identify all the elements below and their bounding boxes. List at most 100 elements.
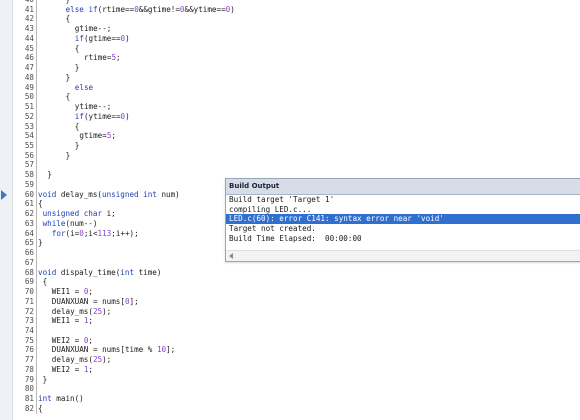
- code-line[interactable]: 44 if(gtime==0): [12, 33, 580, 44]
- horizontal-scrollbar[interactable]: [226, 250, 580, 261]
- code-text[interactable]: delay_ms(25);: [38, 355, 111, 365]
- code-token: );: [102, 306, 112, 316]
- line-number: 57: [24, 160, 34, 170]
- code-line[interactable]: 57: [12, 160, 580, 171]
- line-number: 63: [24, 218, 34, 228]
- code-token: ;: [88, 287, 93, 297]
- code-text[interactable]: for(i=0;i<113;i++);: [38, 229, 139, 239]
- code-line[interactable]: 76 DUANXUAN = nums[time % 10];: [12, 345, 580, 356]
- code-text[interactable]: unsigned char i;: [38, 209, 116, 219]
- code-line[interactable]: 46 rtime=5;: [12, 53, 580, 64]
- code-text[interactable]: {: [38, 277, 48, 287]
- code-line[interactable]: 73 WEI1 = 1;: [12, 316, 580, 326]
- code-line[interactable]: 43 gtime--;: [12, 24, 580, 34]
- code-line[interactable]: 71 DUANXUAN = nums[0];: [12, 296, 580, 307]
- code-text[interactable]: DUANXUAN = nums[time % 10];: [38, 345, 175, 355]
- fold-guide: [36, 199, 37, 210]
- code-line[interactable]: 77 delay_ms(25);: [12, 355, 580, 365]
- code-text[interactable]: else: [38, 83, 93, 93]
- code-line[interactable]: 56}: [12, 150, 580, 161]
- code-text[interactable]: {: [38, 404, 43, 414]
- code-line[interactable]: 51 ytime--;: [12, 102, 580, 112]
- code-line[interactable]: 79}: [12, 374, 580, 385]
- code-line[interactable]: 75 WEI2 = 0;: [12, 335, 580, 346]
- code-token: {: [38, 403, 43, 413]
- code-line[interactable]: 48}: [12, 72, 580, 83]
- code-text[interactable]: else if(rtime==0&&gtime!=0&&ytime==0): [38, 5, 235, 15]
- code-line[interactable]: 45 {: [12, 43, 580, 54]
- build-output-panel[interactable]: Build Output Build target 'Target 1' comp…: [225, 178, 580, 262]
- code-text[interactable]: void dispaly_time(int time): [38, 268, 161, 278]
- code-text[interactable]: }: [38, 151, 71, 161]
- code-token: {: [74, 43, 80, 53]
- code-text[interactable]: }: [38, 73, 71, 83]
- code-line[interactable]: 49 else: [12, 82, 580, 93]
- build-output-body[interactable]: Build target 'Target 1' compiling LED.c..…: [226, 195, 580, 251]
- build-output-line[interactable]: compiling LED.c...: [226, 205, 580, 215]
- code-text[interactable]: }: [38, 170, 52, 180]
- code-text[interactable]: WEI1 = 0;: [38, 287, 93, 297]
- code-line[interactable]: 74: [12, 325, 580, 336]
- code-text[interactable]: WEI1 = 1;: [38, 316, 93, 326]
- code-text[interactable]: ytime--;: [38, 102, 112, 112]
- code-text[interactable]: WEI2 = 1;: [38, 365, 93, 375]
- fold-guide: [36, 394, 37, 404]
- build-output-title[interactable]: Build Output: [226, 179, 580, 195]
- code-token: num): [161, 189, 180, 199]
- code-line[interactable]: 54 gtime=5;: [12, 131, 580, 142]
- code-line[interactable]: 72 delay_ms(25);: [12, 306, 580, 317]
- fold-guide: [36, 72, 37, 83]
- code-line[interactable]: 41 else if(rtime==0&&gtime!=0&&ytime==0): [12, 4, 580, 15]
- build-output-line[interactable]: Target not created.: [226, 224, 580, 234]
- code-text[interactable]: {: [38, 199, 43, 209]
- code-text[interactable]: {: [38, 14, 71, 24]
- code-line[interactable]: 78 WEI2 = 1;: [12, 364, 580, 375]
- code-text[interactable]: if(gtime==0): [38, 34, 130, 44]
- code-text[interactable]: }: [38, 374, 48, 385]
- code-text[interactable]: gtime=5;: [38, 131, 116, 141]
- code-line[interactable]: 53 {: [12, 121, 580, 132]
- fold-guide: [36, 82, 37, 93]
- code-token: ): [230, 4, 235, 14]
- code-line[interactable]: 52 if(ytime==0): [12, 111, 580, 122]
- code-line[interactable]: 80: [12, 384, 580, 395]
- code-line[interactable]: 82 {: [12, 403, 580, 414]
- code-text[interactable]: while(num--): [38, 219, 98, 229]
- code-line[interactable]: 42 {: [12, 14, 580, 25]
- code-text[interactable]: gtime--;: [38, 24, 112, 34]
- code-text[interactable]: delay_ms(25);: [38, 307, 111, 317]
- build-output-line[interactable]: Build target 'Target 1': [226, 195, 580, 205]
- code-text[interactable]: rtime=5;: [38, 53, 121, 63]
- code-text[interactable]: }: [38, 141, 80, 151]
- code-text[interactable]: }: [38, 63, 80, 73]
- code-line[interactable]: 81 int main(): [12, 394, 580, 404]
- code-token: }: [74, 63, 80, 73]
- code-text[interactable]: int main(): [38, 394, 84, 404]
- build-error-line[interactable]: LED.c(60): error C141: syntax error near…: [226, 214, 580, 225]
- code-text[interactable]: DUANXUAN = nums[0];: [38, 297, 139, 307]
- code-text[interactable]: {: [38, 92, 71, 102]
- code-keyword: unsigned char: [42, 209, 107, 219]
- code-text[interactable]: if(ytime==0): [38, 112, 130, 122]
- code-token: }: [42, 374, 48, 384]
- code-text[interactable]: {: [38, 122, 80, 132]
- code-token: ;i++);: [111, 228, 139, 238]
- code-line[interactable]: 69 {: [12, 277, 580, 288]
- code-token: WEI2 =: [51, 335, 84, 345]
- scroll-left-arrow-icon[interactable]: [229, 253, 233, 259]
- code-line[interactable]: 47}: [12, 63, 580, 73]
- code-line[interactable]: 68 void dispaly_time(int time): [12, 267, 580, 278]
- code-line[interactable]: 55}: [12, 141, 580, 151]
- fold-guide: [36, 277, 37, 288]
- code-keyword: for: [51, 228, 66, 238]
- code-text[interactable]: void delay_ms(unsigned int num): [38, 190, 180, 200]
- code-keyword: else: [74, 82, 94, 92]
- code-text[interactable]: WEI2 = 0;: [38, 336, 93, 346]
- code-text[interactable]: }: [38, 238, 43, 248]
- line-number: 69: [24, 277, 34, 287]
- build-output-line[interactable]: Build Time Elapsed: 00:00:00: [226, 234, 580, 244]
- fold-guide: [36, 287, 37, 297]
- code-line[interactable]: 70 WEI1 = 0;: [12, 287, 580, 297]
- code-text[interactable]: {: [38, 43, 80, 54]
- code-line[interactable]: 50 {: [12, 92, 580, 103]
